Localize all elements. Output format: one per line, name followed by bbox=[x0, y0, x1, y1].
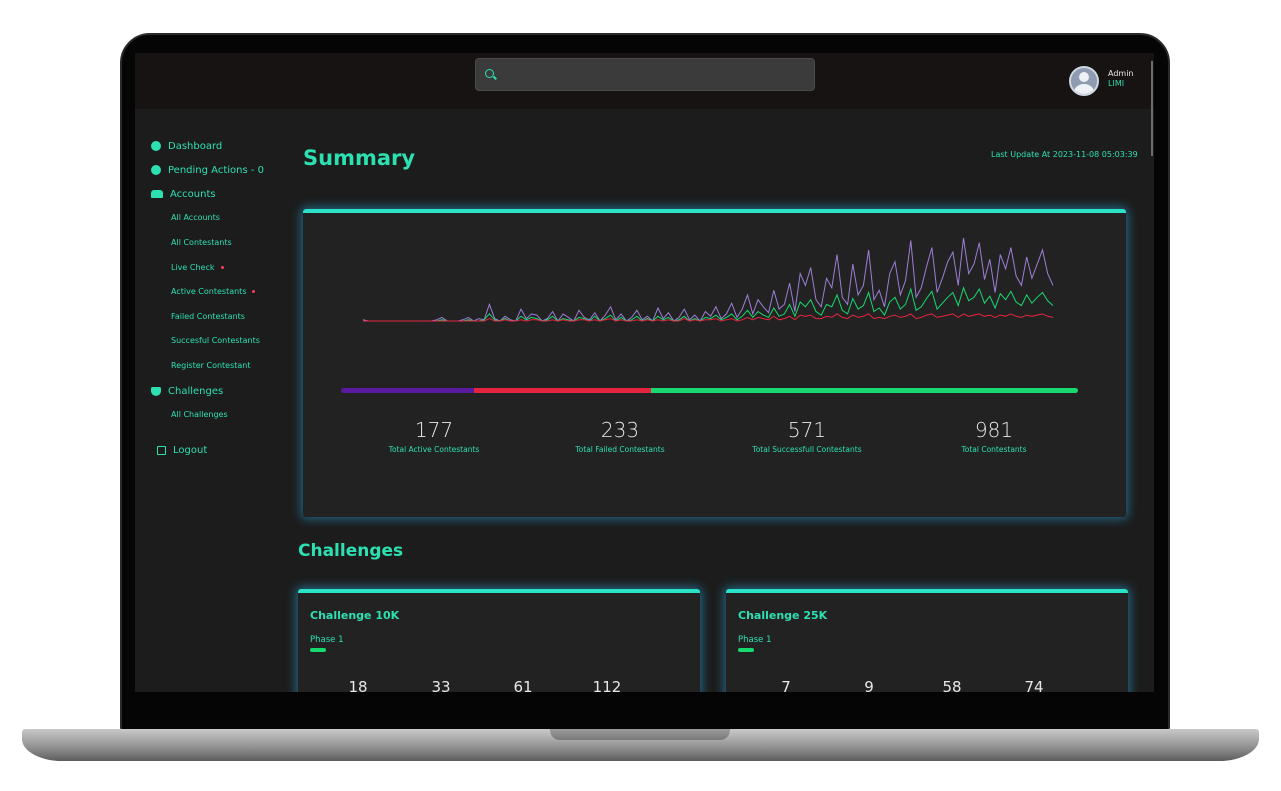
sidebar-subitem-label: Failed Contestants bbox=[171, 312, 245, 321]
avatar[interactable] bbox=[1069, 66, 1099, 96]
progress-segment-success bbox=[650, 388, 1078, 393]
sidebar-subitem-all-contestants[interactable]: All Contestants bbox=[171, 238, 232, 247]
sidebar-subitem-register-contestant[interactable]: Register Contestant bbox=[171, 361, 251, 370]
progress-segment-failed bbox=[473, 388, 651, 393]
sidebar-item-accounts[interactable]: Accounts bbox=[151, 187, 216, 201]
trophy-icon bbox=[151, 386, 161, 396]
notification-dot bbox=[252, 290, 256, 293]
challenge-stat-value: 18 bbox=[348, 678, 368, 692]
sidebar-item-logout[interactable]: Logout bbox=[157, 443, 207, 457]
sidebar-subitem-label: All Contestants bbox=[171, 238, 232, 247]
sidebar-subitem-active-contestants[interactable]: Active Contestants bbox=[171, 287, 256, 296]
search-icon bbox=[485, 69, 494, 78]
page-title: Summary bbox=[303, 146, 416, 170]
sidebar-item-pending-actions[interactable]: Pending Actions - 0 bbox=[151, 163, 264, 177]
sidebar-item-label: Logout bbox=[173, 444, 208, 456]
sidebar-item-label: Pending Actions - 0 bbox=[168, 164, 265, 176]
sidebar-item-challenges[interactable]: Challenges bbox=[151, 384, 223, 398]
sidebar-subitem-live-check[interactable]: Live Check bbox=[171, 263, 224, 272]
challenge-stat-value: 33 bbox=[431, 678, 451, 692]
series-line-purple bbox=[362, 237, 1054, 322]
challenge-stat-value: 74 bbox=[1024, 678, 1044, 692]
search-box[interactable] bbox=[475, 58, 815, 91]
sidebar-item-label: Accounts bbox=[170, 188, 216, 200]
alert-icon bbox=[151, 165, 161, 175]
activity-line-chart bbox=[362, 237, 1054, 322]
progress-segment-active bbox=[341, 388, 474, 393]
challenge-stat-value: 112 bbox=[592, 678, 622, 692]
challenge-card[interactable]: Challenge 25K Phase 1 7 9 58 74 bbox=[726, 589, 1128, 692]
sidebar-subitem-failed-contestants[interactable]: Failed Contestants bbox=[171, 312, 245, 321]
last-update-text: Last Update At 2023-11-08 05:03:39 bbox=[991, 150, 1138, 159]
sidebar-subitem-label: Live Check bbox=[171, 263, 215, 272]
phase-indicator bbox=[310, 648, 326, 652]
sidebar-subitem-label: Active Contestants bbox=[171, 287, 247, 296]
users-icon bbox=[151, 190, 163, 198]
stat-total-contestants: 981 Total Contestants bbox=[894, 418, 1094, 454]
phase-indicator bbox=[738, 648, 754, 652]
sidebar-subitem-all-accounts[interactable]: All Accounts bbox=[171, 213, 220, 222]
section-title-challenges: Challenges bbox=[298, 541, 404, 561]
challenge-stat-value: 58 bbox=[942, 678, 962, 692]
challenge-phase: Phase 1 bbox=[738, 635, 772, 645]
scrollbar[interactable] bbox=[1151, 61, 1153, 156]
sidebar: Dashboard Pending Actions - 0 Accounts A… bbox=[135, 109, 285, 692]
summary-card: 177 Total Active Contestants 233 Total F… bbox=[303, 209, 1126, 517]
challenge-title: Challenge 25K bbox=[738, 609, 828, 622]
sidebar-subitem-label: All Accounts bbox=[171, 213, 220, 222]
stat-value: 233 bbox=[600, 418, 640, 442]
stat-label: Total Contestants bbox=[961, 445, 1027, 454]
challenge-stat-value: 9 bbox=[864, 678, 874, 692]
stat-label: Total Active Contestants bbox=[388, 445, 480, 454]
dashboard-icon bbox=[151, 141, 161, 151]
stat-total-active: 177 Total Active Contestants bbox=[334, 418, 534, 454]
logout-icon bbox=[157, 445, 166, 455]
stat-total-successful: 571 Total Successfull Contestants bbox=[707, 418, 907, 454]
challenge-phase: Phase 1 bbox=[310, 635, 344, 645]
challenge-title: Challenge 10K bbox=[310, 609, 400, 622]
contestants-progress-bar bbox=[341, 388, 1078, 393]
stat-label: Total Failed Contestants bbox=[575, 445, 665, 454]
stat-value: 571 bbox=[787, 418, 827, 442]
challenge-stat-value: 7 bbox=[781, 678, 791, 692]
stat-value: 981 bbox=[974, 418, 1014, 442]
stat-total-failed: 233 Total Failed Contestants bbox=[520, 418, 720, 454]
stat-value: 177 bbox=[414, 418, 454, 442]
sidebar-item-dashboard[interactable]: Dashboard bbox=[151, 139, 222, 153]
search-input[interactable] bbox=[502, 63, 802, 87]
notification-dot bbox=[220, 266, 224, 269]
user-role: Admin bbox=[1108, 69, 1134, 78]
sidebar-subitem-label: All Challenges bbox=[171, 410, 228, 419]
top-bar: Admin LIMI bbox=[135, 53, 1154, 156]
series-line-green bbox=[363, 286, 1054, 322]
sidebar-item-label: Challenges bbox=[168, 385, 224, 397]
challenge-stat-value: 61 bbox=[513, 678, 533, 692]
user-name: LIMI bbox=[1108, 79, 1125, 88]
sidebar-subitem-all-challenges[interactable]: All Challenges bbox=[171, 410, 228, 419]
sidebar-subitem-succesful-contestants[interactable]: Succesful Contestants bbox=[171, 336, 260, 345]
challenge-card[interactable]: Challenge 10K Phase 1 18 33 61 112 bbox=[298, 589, 700, 692]
sidebar-subitem-label: Succesful Contestants bbox=[171, 336, 260, 345]
sidebar-subitem-label: Register Contestant bbox=[171, 361, 251, 370]
app-screen: Admin LIMI Dashboard Pending Actions - 0… bbox=[135, 53, 1154, 692]
laptop-notch bbox=[550, 729, 730, 740]
sidebar-item-label: Dashboard bbox=[168, 140, 223, 152]
stat-label: Total Successfull Contestants bbox=[752, 445, 862, 454]
